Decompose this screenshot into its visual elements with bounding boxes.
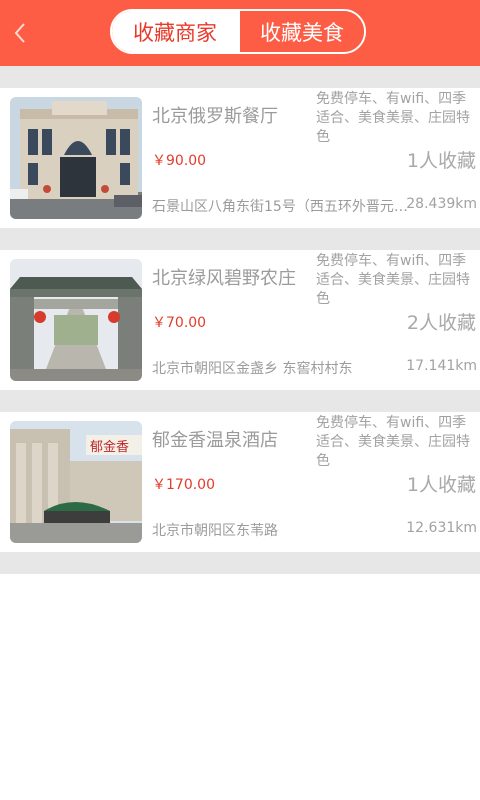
divider: [0, 390, 480, 412]
segmented-control: 收藏商家 收藏美食: [110, 9, 366, 54]
distance: 12.631km: [406, 520, 477, 536]
feature-tags: 免费停车、有wifi、四季适合、美食美景、庄园特色: [316, 415, 470, 469]
restaurant-name: 北京绿风碧野农庄: [152, 268, 296, 289]
chevron-left-icon: [14, 23, 25, 43]
address: 石景山区八角东街15号（西五环外晋元桥西...: [152, 199, 417, 215]
tab-favorite-merchants[interactable]: 收藏商家: [112, 11, 238, 52]
distance: 17.141km: [406, 358, 477, 374]
price: ￥90.00: [152, 153, 207, 169]
divider: [0, 552, 480, 574]
list-item[interactable]: 郁金香 郁金香温泉酒店 免费停车、有wifi、四季适合、美食美景、庄园特色 ￥1…: [0, 412, 480, 552]
restaurant-name: 郁金香温泉酒店: [152, 430, 278, 451]
list-item[interactable]: 北京绿风碧野农庄 免费停车、有wifi、四季适合、美食美景、庄园特色 ￥70.0…: [0, 250, 480, 390]
distance: 28.439km: [406, 196, 477, 212]
feature-tags: 免费停车、有wifi、四季适合、美食美景、庄园特色: [316, 253, 470, 307]
favorite-count: 1人收藏: [406, 474, 476, 496]
restaurant-photo: 郁金香: [10, 421, 142, 543]
svg-text:郁金香: 郁金香: [90, 439, 129, 455]
header-bar: 收藏商家 收藏美食: [0, 0, 480, 66]
list-item[interactable]: 北京俄罗斯餐厅 免费停车、有wifi、四季适合、美食美景、庄园特色 ￥90.00…: [0, 88, 480, 228]
restaurant-photo: [10, 259, 142, 381]
address: 北京市朝阳区东苇路: [152, 523, 278, 539]
divider: [0, 66, 480, 88]
favorite-count: 1人收藏: [406, 150, 476, 172]
price: ￥70.00: [152, 315, 207, 331]
restaurant-photo: [10, 97, 142, 219]
price: ￥170.00: [152, 477, 215, 493]
divider: [0, 228, 480, 250]
favorites-list: 北京俄罗斯餐厅 免费停车、有wifi、四季适合、美食美景、庄园特色 ￥90.00…: [0, 66, 480, 574]
address: 北京市朝阳区金盏乡 东窖村村东: [152, 361, 353, 377]
tab-favorite-food[interactable]: 收藏美食: [238, 11, 364, 52]
restaurant-name: 北京俄罗斯餐厅: [152, 106, 278, 127]
favorite-count: 2人收藏: [406, 312, 476, 334]
feature-tags: 免费停车、有wifi、四季适合、美食美景、庄园特色: [316, 91, 470, 145]
back-button[interactable]: [6, 18, 34, 48]
